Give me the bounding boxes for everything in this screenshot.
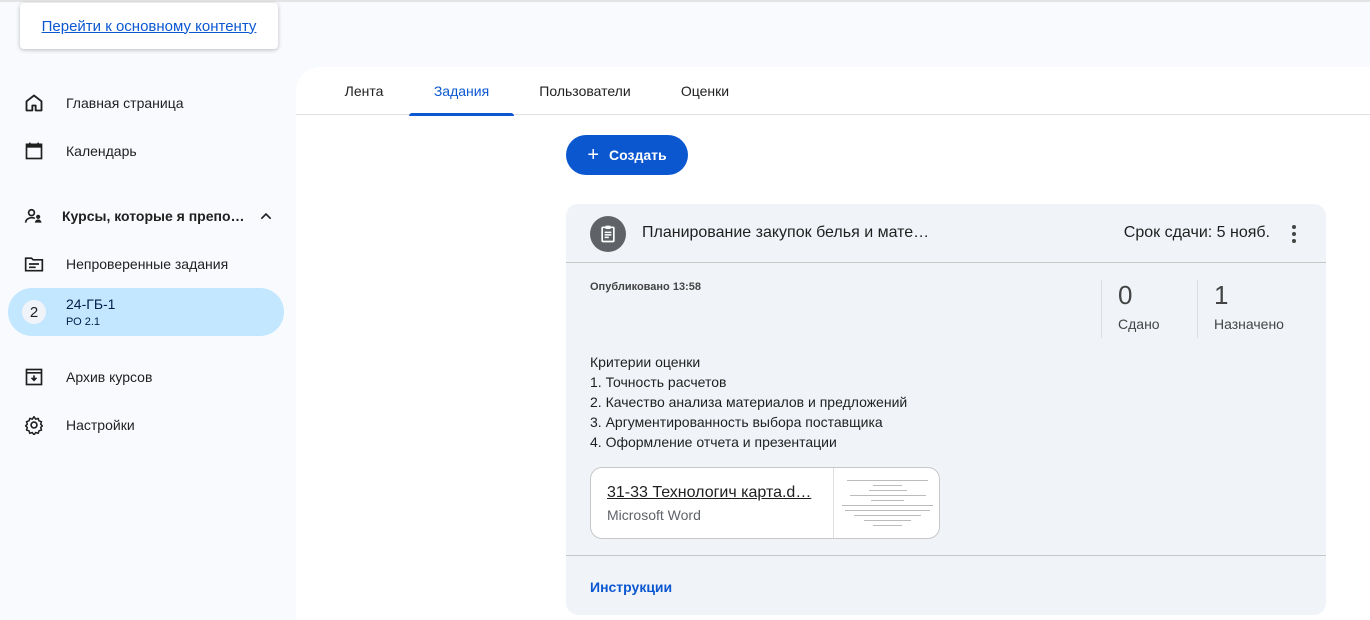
assignment-icon — [590, 216, 626, 252]
sidebar-item-settings[interactable]: Настройки — [8, 401, 284, 449]
main-panel: Лента Задания Пользователи Оценки + Созда… — [296, 67, 1370, 620]
course-avatar: 2 — [22, 300, 46, 324]
sidebar-item-label: Курсы, которые я препо… — [62, 208, 245, 224]
description-line: Критерии оценки — [590, 354, 701, 370]
sidebar-item-course[interactable]: 2 24-ГБ-1 РО 2.1 — [8, 288, 284, 336]
description-line: 4. Оформление отчета и презентации — [590, 434, 837, 450]
attachment-name[interactable]: 31-33 Технологич карта.d… — [607, 484, 811, 502]
tab-stream[interactable]: Лента — [328, 67, 400, 115]
tab-bar: Лента Задания Пользователи Оценки — [296, 67, 1370, 116]
sidebar-item-label: Непроверенные задания — [66, 256, 229, 272]
card-divider — [566, 555, 1326, 556]
document-thumbnail — [833, 468, 939, 538]
turned-in-count: 0 — [1118, 280, 1133, 310]
turned-in-stat[interactable]: 0 Сдано — [1101, 280, 1197, 338]
assigned-stat[interactable]: 1 Назначено — [1197, 280, 1307, 338]
sidebar-item-to-review[interactable]: Непроверенные задания — [8, 240, 284, 288]
people-icon — [24, 208, 42, 223]
chevron-up-icon[interactable] — [258, 208, 274, 224]
assigned-count: 1 — [1214, 280, 1229, 310]
sidebar-item-label: Архив курсов — [66, 369, 153, 385]
assignment-header[interactable]: Планирование закупок белья и мате… Срок … — [566, 204, 1326, 263]
home-icon — [25, 94, 43, 112]
sidebar-item-label: Главная страница — [66, 95, 184, 111]
skip-to-content[interactable]: Перейти к основному контенту — [20, 3, 278, 49]
create-label: Создать — [609, 147, 667, 163]
tab-classwork[interactable]: Задания — [409, 67, 514, 116]
assignment-title[interactable]: Планирование закупок белья и мате… — [642, 224, 929, 242]
description-line: 2. Качество анализа материалов и предлож… — [590, 394, 908, 410]
sidebar-item-teaching[interactable]: Курсы, которые я препо… — [8, 192, 284, 240]
turned-in-label: Сдано — [1118, 316, 1160, 332]
sidebar-item-label: Календарь — [66, 143, 137, 159]
top-divider — [0, 0, 1370, 2]
instructions-link[interactable]: Инструкции — [590, 579, 672, 595]
attachment-card[interactable]: 31-33 Технологич карта.d… Microsoft Word — [590, 467, 940, 539]
skip-link[interactable]: Перейти к основному контенту — [42, 18, 257, 35]
calendar-icon — [25, 142, 43, 160]
sidebar-item-calendar[interactable]: Календарь — [8, 127, 284, 175]
sidebar-item-label: Настройки — [66, 417, 135, 433]
sidebar-item-archive[interactable]: Архив курсов — [8, 353, 284, 401]
course-section: РО 2.1 — [66, 316, 100, 328]
assigned-label: Назначено — [1214, 316, 1284, 332]
due-date: Срок сдачи: 5 нояб. — [1123, 224, 1270, 241]
description-line: 3. Аргументированность выбора поставщика — [590, 414, 883, 430]
plus-icon: + — [587, 143, 600, 166]
description-line: 1. Точность расчетов — [590, 374, 727, 390]
gear-icon — [24, 415, 44, 435]
tab-people[interactable]: Пользователи — [526, 67, 644, 115]
archive-icon — [25, 368, 43, 386]
more-vert-icon[interactable] — [1282, 222, 1306, 246]
create-button[interactable]: + Создать — [566, 135, 688, 175]
sidebar-item-home[interactable]: Главная страница — [8, 79, 284, 127]
attachment-type: Microsoft Word — [607, 507, 701, 523]
tab-grades[interactable]: Оценки — [666, 67, 744, 115]
published-time: Опубликовано 13:58 — [590, 281, 701, 293]
folder-icon — [24, 257, 44, 272]
assignment-card: Планирование закупок белья и мате… Срок … — [566, 204, 1326, 615]
assignment-description: Критерии оценки 1. Точность расчетов 2. … — [590, 352, 907, 452]
course-name: 24-ГБ-1 — [66, 296, 116, 312]
